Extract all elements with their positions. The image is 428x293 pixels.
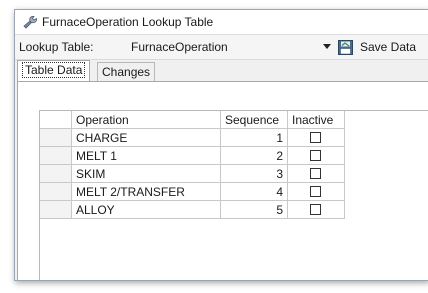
- row-selector[interactable]: [40, 165, 72, 183]
- operation-cell[interactable]: ALLOY: [72, 201, 221, 219]
- tab-strip: Table Data Changes: [15, 60, 428, 82]
- tab-table-data-label: Table Data: [22, 62, 86, 78]
- inactive-checkbox[interactable]: [310, 150, 321, 161]
- tab-changes-label: Changes: [102, 65, 151, 79]
- toolbar: Lookup Table: FurnaceOperation Save Data: [15, 35, 428, 60]
- chevron-down-icon[interactable]: [323, 44, 331, 49]
- sequence-cell[interactable]: 5: [221, 201, 288, 219]
- row-selector[interactable]: [40, 129, 72, 147]
- inactive-cell: [288, 183, 345, 201]
- column-header-sequence[interactable]: Sequence: [221, 111, 288, 129]
- inactive-checkbox[interactable]: [310, 132, 321, 143]
- table-data-panel: Operation Sequence Inactive CHARGE 1 MEL…: [17, 81, 428, 280]
- tab-table-data[interactable]: Table Data: [17, 60, 91, 81]
- inactive-cell: [288, 201, 345, 219]
- column-header-inactive[interactable]: Inactive: [288, 111, 345, 129]
- save-data-button[interactable]: Save Data: [360, 40, 416, 54]
- wrench-icon: [23, 16, 37, 29]
- tab-changes[interactable]: Changes: [97, 62, 156, 81]
- row-selector[interactable]: [40, 201, 72, 219]
- inactive-checkbox[interactable]: [310, 186, 321, 197]
- column-header-operation[interactable]: Operation: [72, 111, 221, 129]
- operation-cell[interactable]: MELT 1: [72, 147, 221, 165]
- inactive-checkbox[interactable]: [310, 168, 321, 179]
- inactive-cell: [288, 147, 345, 165]
- operation-cell[interactable]: CHARGE: [72, 129, 221, 147]
- row-header-corner[interactable]: [40, 111, 72, 129]
- row-selector[interactable]: [40, 183, 72, 201]
- sequence-cell[interactable]: 2: [221, 147, 288, 165]
- inactive-cell: [288, 165, 345, 183]
- operation-cell[interactable]: MELT 2/TRANSFER: [72, 183, 221, 201]
- data-grid[interactable]: Operation Sequence Inactive CHARGE 1 MEL…: [39, 110, 428, 280]
- sequence-cell[interactable]: 1: [221, 129, 288, 147]
- lookup-table-window: FurnaceOperation Lookup Table Lookup Tab…: [14, 9, 428, 281]
- inactive-checkbox[interactable]: [310, 204, 321, 215]
- title-bar[interactable]: FurnaceOperation Lookup Table: [15, 10, 428, 35]
- window-title: FurnaceOperation Lookup Table: [42, 15, 214, 29]
- operation-cell[interactable]: SKIM: [72, 165, 221, 183]
- save-data-icon[interactable]: [338, 40, 353, 55]
- inactive-cell: [288, 129, 345, 147]
- sequence-cell[interactable]: 4: [221, 183, 288, 201]
- sequence-cell[interactable]: 3: [221, 165, 288, 183]
- lookup-table-select[interactable]: FurnaceOperation: [131, 40, 228, 54]
- lookup-table-label: Lookup Table:: [19, 40, 94, 54]
- row-selector[interactable]: [40, 147, 72, 165]
